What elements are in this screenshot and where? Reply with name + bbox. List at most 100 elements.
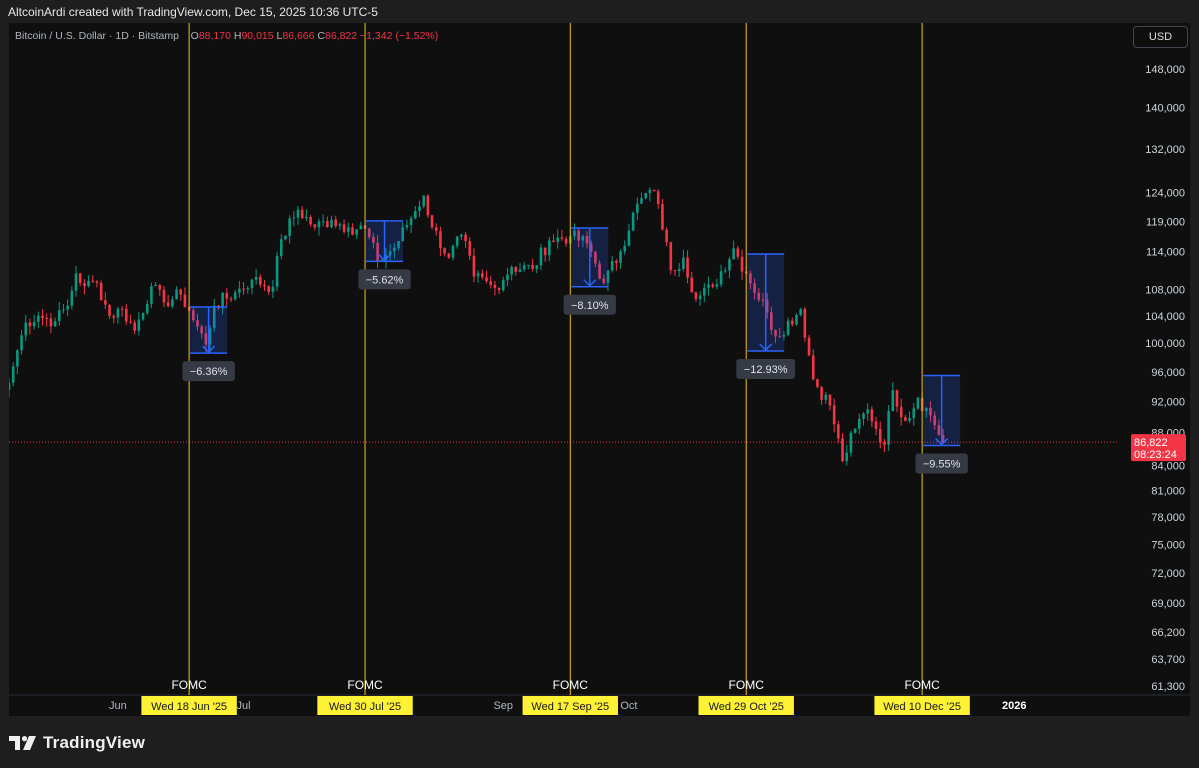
candle-body <box>619 251 622 263</box>
candle-body <box>439 231 442 249</box>
drop-pct-label: −5.62% <box>366 274 404 286</box>
candle <box>455 235 459 249</box>
chart-area[interactable]: 148,000 140,000 132,000 124,000 119,000 114,0… <box>9 23 1190 716</box>
candle-body <box>485 277 488 282</box>
candle-body <box>317 221 321 228</box>
candle-body <box>175 289 178 300</box>
candle <box>414 206 417 220</box>
candle-body <box>522 265 526 270</box>
x-tick-label: Jun <box>109 700 127 712</box>
candle <box>887 405 890 451</box>
candle-body <box>891 390 895 412</box>
candle <box>150 282 153 309</box>
candle-body <box>179 289 183 295</box>
candle-body <box>790 320 794 325</box>
candle <box>468 237 472 261</box>
candle-body <box>9 382 11 390</box>
candle-body <box>615 260 618 263</box>
candle-body <box>145 303 149 314</box>
candle <box>108 304 111 320</box>
candle-body <box>837 424 840 439</box>
candle-body <box>711 284 714 287</box>
candle-body <box>531 264 534 269</box>
candle <box>493 281 497 296</box>
candle <box>912 402 916 426</box>
candle-body <box>820 386 823 400</box>
candle-body <box>32 321 36 327</box>
candle-body <box>878 428 882 443</box>
drop-pct-label: −9.55% <box>923 459 961 471</box>
drop-pct-label: −8.10% <box>571 300 609 312</box>
candle-body <box>292 217 296 219</box>
candle-body <box>707 284 710 288</box>
candle-body <box>845 452 849 462</box>
candle <box>426 194 430 219</box>
candle <box>62 304 65 314</box>
candle <box>9 378 11 398</box>
candle-body <box>669 242 673 271</box>
candle <box>619 249 622 269</box>
tradingview-logo[interactable]: TradingView <box>9 733 145 753</box>
y-tick-label: 81,000 <box>1151 486 1185 498</box>
candle-body <box>518 269 522 272</box>
candle <box>242 282 245 295</box>
candle <box>631 211 635 231</box>
candle-body <box>342 224 346 232</box>
footer <box>0 716 1199 768</box>
candle-body <box>116 308 120 318</box>
candle-body <box>476 273 480 277</box>
candle-body <box>300 209 304 219</box>
candle <box>129 314 132 324</box>
candle <box>786 317 790 337</box>
candle-body <box>443 248 446 254</box>
candle-body <box>246 288 250 290</box>
candle <box>669 241 673 275</box>
candle-body <box>807 337 811 356</box>
candle <box>91 275 95 283</box>
candle <box>154 282 157 287</box>
candle-body <box>326 221 329 228</box>
y-tick-label: 140,000 <box>1145 103 1185 115</box>
candle-body <box>346 227 350 232</box>
candle <box>891 382 895 412</box>
candle <box>321 214 325 227</box>
candle-body <box>548 240 551 256</box>
x-tick-label: 2026 <box>1002 700 1026 712</box>
candle <box>858 413 861 435</box>
y-tick-label: 92,000 <box>1151 397 1185 409</box>
candle <box>447 252 451 259</box>
candle <box>351 223 354 236</box>
candle-body <box>824 394 828 400</box>
candles <box>9 187 945 466</box>
candle <box>828 394 832 411</box>
candle-body <box>259 276 262 285</box>
candle-body <box>527 264 530 266</box>
candle <box>53 317 57 327</box>
candle <box>548 236 551 262</box>
candle <box>439 226 442 256</box>
candle <box>707 276 710 296</box>
y-tick-label: 100,000 <box>1145 338 1185 350</box>
candle-body <box>736 248 740 257</box>
candle-body <box>560 237 564 239</box>
candle <box>665 227 668 247</box>
candle-body <box>11 366 15 383</box>
close-label: C <box>317 30 325 42</box>
candle <box>539 243 543 270</box>
candle-body <box>786 320 790 335</box>
open-value: 88,170 <box>198 30 231 42</box>
candle <box>334 215 338 229</box>
candle-body <box>661 204 664 230</box>
currency-button[interactable]: USD <box>1133 26 1188 48</box>
candle-body <box>652 189 656 192</box>
y-tick-label: 69,000 <box>1151 598 1185 610</box>
candle-body <box>271 286 275 292</box>
candle <box>627 223 631 247</box>
candle <box>296 206 300 225</box>
fomc-label: FOMC <box>347 678 383 692</box>
candle-body <box>99 282 103 301</box>
price-chart[interactable]: 148,000 140,000 132,000 124,000 119,000 114,0… <box>9 23 1190 716</box>
candle <box>908 411 911 424</box>
candle-body <box>309 216 312 225</box>
drop-pct-label: −12.93% <box>744 364 788 376</box>
